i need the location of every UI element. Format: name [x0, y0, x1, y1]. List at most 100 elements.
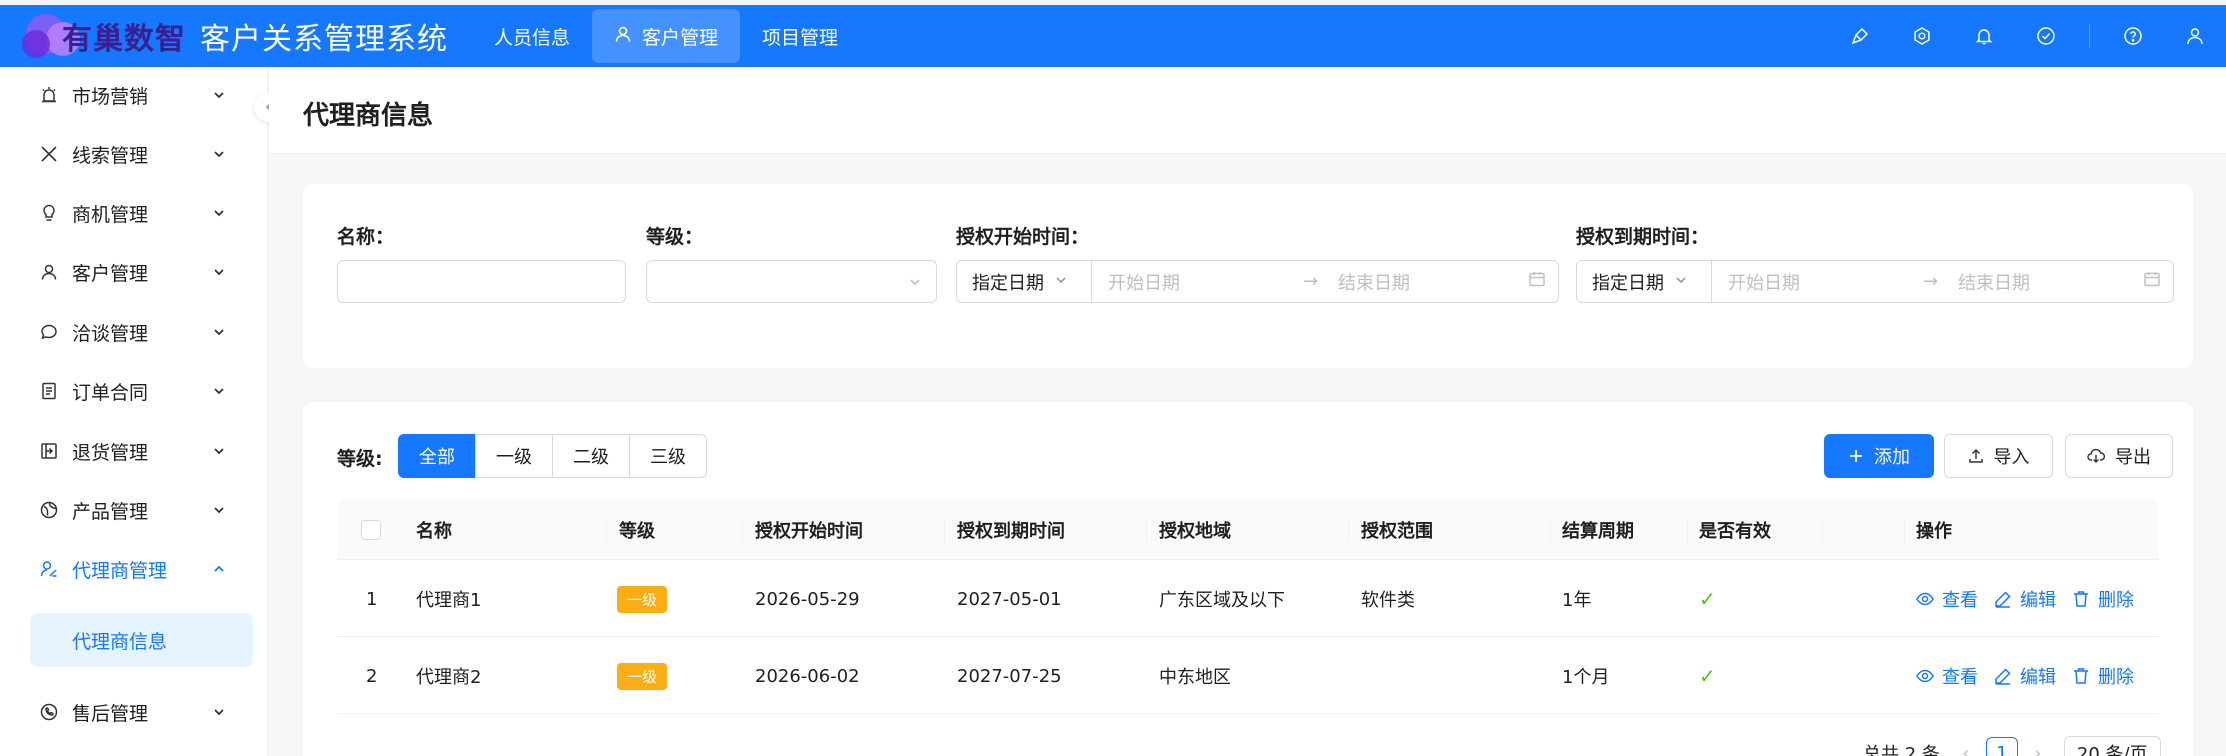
auth-end-range-picker[interactable]: 指定日期 开始日期 → 结束日期 — [1576, 260, 2174, 303]
select-all-checkbox[interactable] — [361, 520, 381, 540]
sidebar-item-negotiation[interactable]: 洽谈管理 — [0, 304, 268, 360]
column-header[interactable]: 授权到期时间 — [957, 500, 1065, 560]
segment-all[interactable]: 全部 — [398, 434, 476, 478]
sidebar-item-aftersales[interactable]: 售后管理 — [0, 684, 268, 740]
table-row[interactable]: 2 代理商2 一级 2026-06-02 2027-07-25 中东地区 1个月… — [337, 638, 2159, 714]
chevron-down-icon — [1674, 271, 1688, 292]
start-date-input[interactable]: 开始日期 — [1108, 269, 1303, 295]
table-header: 名称 等级 授权开始时间 授权到期时间 授权地域 授权范围 结算周期 是否有效 … — [337, 500, 2159, 560]
auth-end-label: 授权到期时间： — [1576, 226, 1710, 248]
delete-button[interactable]: 删除 — [2072, 663, 2134, 689]
sidebar-item-label: 线索管理 — [72, 144, 149, 167]
edit-icon — [1995, 591, 2011, 608]
nav-label: 项目管理 — [762, 26, 839, 49]
user-icon[interactable] — [2164, 5, 2226, 67]
column-header[interactable]: 结算周期 — [1562, 500, 1634, 560]
sidebar-item-label: 代理商管理 — [72, 559, 168, 582]
sidebar-item-returns[interactable]: 退货管理 — [0, 423, 268, 479]
sidebar-item-label: 产品管理 — [72, 500, 149, 523]
sidebar-item-label: 市场营销 — [72, 85, 149, 108]
end-date-input[interactable]: 结束日期 — [1338, 269, 1528, 295]
sidebar-item-agents[interactable]: 代理商管理 — [0, 541, 268, 597]
logo[interactable]: 有巢数智 — [20, 8, 186, 64]
view-button[interactable]: 查看 — [1916, 663, 1978, 689]
sidebar-item-customer[interactable]: 客户管理 — [0, 244, 268, 300]
segment-level-2[interactable]: 二级 — [552, 434, 630, 478]
sidebar-item-products[interactable]: 产品管理 — [0, 482, 268, 538]
chevron-down-icon — [212, 85, 226, 107]
view-button[interactable]: 查看 — [1916, 586, 1978, 612]
column-header[interactable]: 名称 — [416, 500, 452, 560]
level-filter-label: 等级: — [337, 448, 383, 470]
date-mode-select[interactable]: 指定日期 — [1577, 261, 1712, 302]
page-number-current[interactable]: 1 — [1985, 737, 2018, 756]
import-button[interactable]: 导入 — [1944, 434, 2053, 478]
add-button[interactable]: 添加 — [1824, 434, 1934, 478]
cell-end-date: 2027-05-01 — [957, 588, 1062, 610]
column-header[interactable]: 是否有效 — [1699, 500, 1771, 560]
view-label: 查看 — [1942, 590, 1978, 611]
segment-level-3[interactable]: 三级 — [629, 434, 707, 478]
sidebar-subitem-label: 代理商信息 — [72, 630, 168, 653]
row-actions: 查看 编辑 删除 — [1916, 638, 2150, 714]
page-size-select[interactable]: 20 条/页 — [2063, 736, 2161, 756]
header-actions — [1829, 5, 2226, 67]
broom-icon[interactable] — [1829, 5, 1891, 67]
segment-level-1[interactable]: 一级 — [475, 434, 553, 478]
cell-end-date: 2027-07-25 — [957, 665, 1062, 687]
sidebar-item-leads[interactable]: 线索管理 — [0, 126, 268, 182]
level-segmented-control: 全部 一级 二级 三级 — [398, 434, 707, 478]
auth-start-range-picker[interactable]: 指定日期 开始日期 → 结束日期 — [956, 260, 1559, 303]
sidebar-subitem-agent-info[interactable]: 代理商信息 — [30, 613, 253, 667]
nav-item-personnel[interactable]: 人员信息 — [472, 9, 592, 63]
column-header[interactable]: 授权范围 — [1361, 500, 1433, 560]
check-icon: ✓ — [1699, 587, 1716, 611]
edit-button[interactable]: 编辑 — [1994, 663, 2056, 689]
delete-label: 删除 — [2098, 667, 2134, 688]
row-index: 2 — [366, 665, 378, 687]
arrow-right-icon: → — [1923, 271, 1939, 292]
nav-item-project[interactable]: 项目管理 — [740, 9, 860, 63]
pagination-total: 总共 2 条 — [1863, 744, 1940, 756]
sidebar-item-marketing[interactable]: 市场营销 — [0, 67, 268, 123]
end-date-input[interactable]: 结束日期 — [1958, 269, 2143, 295]
sidebar-item-opportunity[interactable]: 商机管理 — [0, 185, 268, 241]
eye-icon — [1916, 592, 1934, 606]
level-tag: 一级 — [617, 662, 668, 690]
agent-icon — [38, 558, 60, 580]
bell-icon[interactable] — [1953, 5, 2015, 67]
column-header[interactable]: 授权地域 — [1159, 500, 1231, 560]
export-button[interactable]: 导出 — [2065, 434, 2173, 478]
table-panel: 等级: 全部 一级 二级 三级 添加 导入 导出 名称 等级 授权开始时间 授权… — [303, 402, 2193, 756]
start-date-input[interactable]: 开始日期 — [1728, 269, 1923, 295]
check-circle-icon[interactable] — [2015, 5, 2077, 67]
next-page-button[interactable]: › — [2022, 737, 2054, 756]
pagination: 总共 2 条 ‹ 1 › 20 条/页 — [1863, 736, 2161, 756]
top-nav: 人员信息 客户管理 项目管理 — [472, 9, 860, 63]
chevron-down-icon — [212, 441, 226, 463]
contract-icon — [38, 380, 60, 402]
calendar-icon — [2143, 270, 2161, 293]
sidebar-item-label: 商机管理 — [72, 203, 149, 226]
date-mode-value: 指定日期 — [1592, 272, 1664, 294]
gear-icon[interactable] — [1891, 5, 1953, 67]
prev-page-button[interactable]: ‹ — [1950, 737, 1982, 756]
chevron-down-icon — [212, 702, 226, 724]
table-row[interactable]: 1 代理商1 一级 2026-05-29 2027-05-01 广东区域及以下 … — [337, 561, 2159, 637]
column-header[interactable]: 授权开始时间 — [755, 500, 863, 560]
trash-icon — [2074, 591, 2088, 607]
upload-icon — [1968, 448, 1984, 464]
column-header[interactable]: 等级 — [619, 500, 655, 560]
sidebar-item-orders[interactable]: 订单合同 — [0, 363, 268, 419]
name-input[interactable] — [337, 260, 626, 303]
check-icon: ✓ — [1699, 664, 1716, 688]
date-mode-select[interactable]: 指定日期 — [957, 261, 1092, 302]
divider — [2089, 24, 2090, 48]
level-select[interactable] — [646, 260, 937, 303]
delete-button[interactable]: 删除 — [2072, 586, 2134, 612]
row-index: 1 — [366, 588, 378, 610]
nav-item-customer[interactable]: 客户管理 — [592, 9, 741, 63]
user-icon — [614, 25, 632, 48]
help-icon[interactable] — [2102, 5, 2164, 67]
edit-button[interactable]: 编辑 — [1994, 586, 2056, 612]
